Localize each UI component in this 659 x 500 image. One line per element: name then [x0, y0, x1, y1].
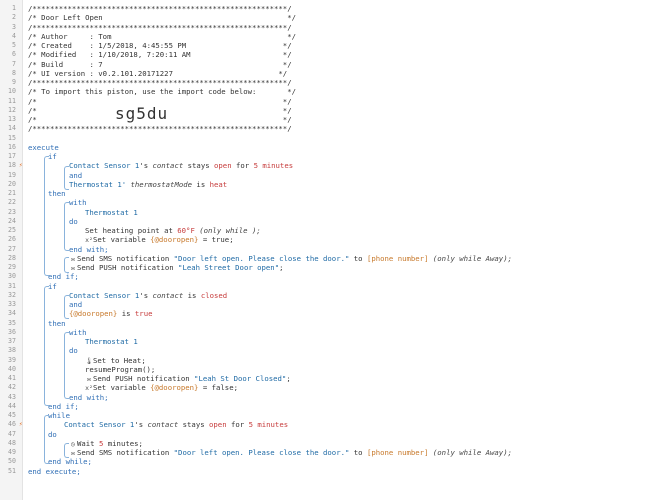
code-line-44: 44 end if;	[8, 401, 79, 411]
code-line-16: 16 execute	[8, 142, 59, 152]
code-line-21: 21 then	[8, 189, 66, 198]
code-editor: 1/**************************************…	[0, 0, 659, 500]
condition-bracket	[64, 166, 69, 190]
code-line-38: 38 do	[8, 346, 78, 356]
if-block-bracket	[44, 156, 49, 276]
code-line-1: 1/**************************************…	[12, 4, 292, 13]
code-line-7: 7/* Build : 7 */	[12, 59, 292, 69]
code-line-49: 49 ✉ Send SMS notification "Door left open…	[8, 448, 512, 457]
code-line-8: 8/* UI version : v0.2.101.20171227 */	[12, 68, 288, 78]
code-line-43: 43 end with;	[8, 392, 109, 402]
code-line-2: 2/* Door Left Open */	[12, 13, 296, 23]
code-line-50: 50 end while;	[8, 457, 92, 467]
code-line-26: 26 x²Set variable {@dooropen} = true;	[8, 235, 234, 245]
code-line-27: 27 end with;	[8, 244, 109, 254]
code-line-12: 12/* */	[8, 105, 292, 115]
code-line-32: 32 Contact Sensor 1's contact is closed	[8, 290, 228, 300]
code-line-37: 37 Thermostat 1	[8, 337, 138, 346]
code-line-22: 22 with	[8, 198, 87, 208]
code-line-45: 45 while	[8, 411, 70, 420]
code-line-34: 34 {@dooropen} is true	[8, 309, 153, 319]
with-block-bracket-2	[64, 332, 69, 399]
while-block-bracket	[44, 415, 49, 464]
code-line-24: 24 do	[8, 216, 78, 226]
code-line-11: 11/* */	[8, 96, 292, 106]
code-line-29: 29 ✉ Send PUSH notification "Leah Street D…	[8, 263, 284, 272]
condition-bracket-2	[64, 295, 69, 319]
with-block-bracket	[64, 202, 69, 251]
code-line-41: 41 ✉ Send PUSH notification "Leah St Door …	[8, 374, 291, 383]
code-line-23: 23 Thermostat 1	[8, 207, 138, 217]
code-line-47: 47 do	[8, 429, 57, 439]
flag-icon: ⚡	[19, 421, 23, 429]
code-line-17: 17 if	[8, 152, 57, 161]
code-line-4: 4/* Author : Tom */	[12, 31, 296, 41]
code-line-42: 42 x²Set variable {@dooropen} = false;	[8, 383, 238, 393]
code-line-20: 20 Thermostat 1' thermostatMode is heat	[8, 179, 228, 189]
code-line-3: 3/**************************************…	[12, 22, 292, 32]
if-block-bracket-2	[44, 286, 49, 406]
code-line-51: 51 end execute;	[8, 466, 81, 476]
code-line-39: 39 🌡Set to Heat;	[8, 355, 146, 365]
flag-icon: ⚡	[19, 162, 23, 170]
code-line-15: 15	[8, 133, 16, 142]
code-line-40: 40 resumeProgram();	[8, 364, 156, 374]
code-line-25: 25 Set heating point at 60°F (only while …	[8, 226, 261, 235]
code-line-14: 14/*************************************…	[8, 124, 292, 134]
code-line-18: 18 ⚡ Contact Sensor 1's contact stays open…	[8, 161, 294, 171]
code-line-9: 9/**************************************…	[12, 78, 292, 87]
code-line-19: 19 and	[8, 170, 83, 180]
action-bracket	[64, 257, 69, 273]
code-line-46: 46 ⚡ Contact Sensor 1's contact stays open…	[8, 420, 289, 430]
code-line-6: 6/* Modified : 1/10/2018, 7:20:11 AM */	[12, 50, 292, 60]
code-line-10: 10/* To import this piston, use the impo…	[8, 87, 296, 97]
code-line-28: 28 ✉ Send SMS notification "Door left open…	[8, 253, 512, 263]
code-line-5: 5/* Created : 1/5/2018, 4:45:55 PM */	[12, 41, 292, 50]
code-line-35: 35 then	[8, 318, 66, 328]
code-line-13: 13/* */	[8, 115, 292, 124]
import-code[interactable]: sg5du	[115, 104, 168, 123]
code-line-30: 30 end if;	[8, 272, 79, 282]
code-line-36: 36 with	[8, 327, 87, 337]
code-line-48: 48 ◷ Wait 5 minutes;	[8, 438, 143, 448]
action-bracket-2	[64, 443, 69, 458]
code-line-33: 33 and	[8, 300, 83, 309]
code-line-31: 31 if	[8, 281, 57, 291]
